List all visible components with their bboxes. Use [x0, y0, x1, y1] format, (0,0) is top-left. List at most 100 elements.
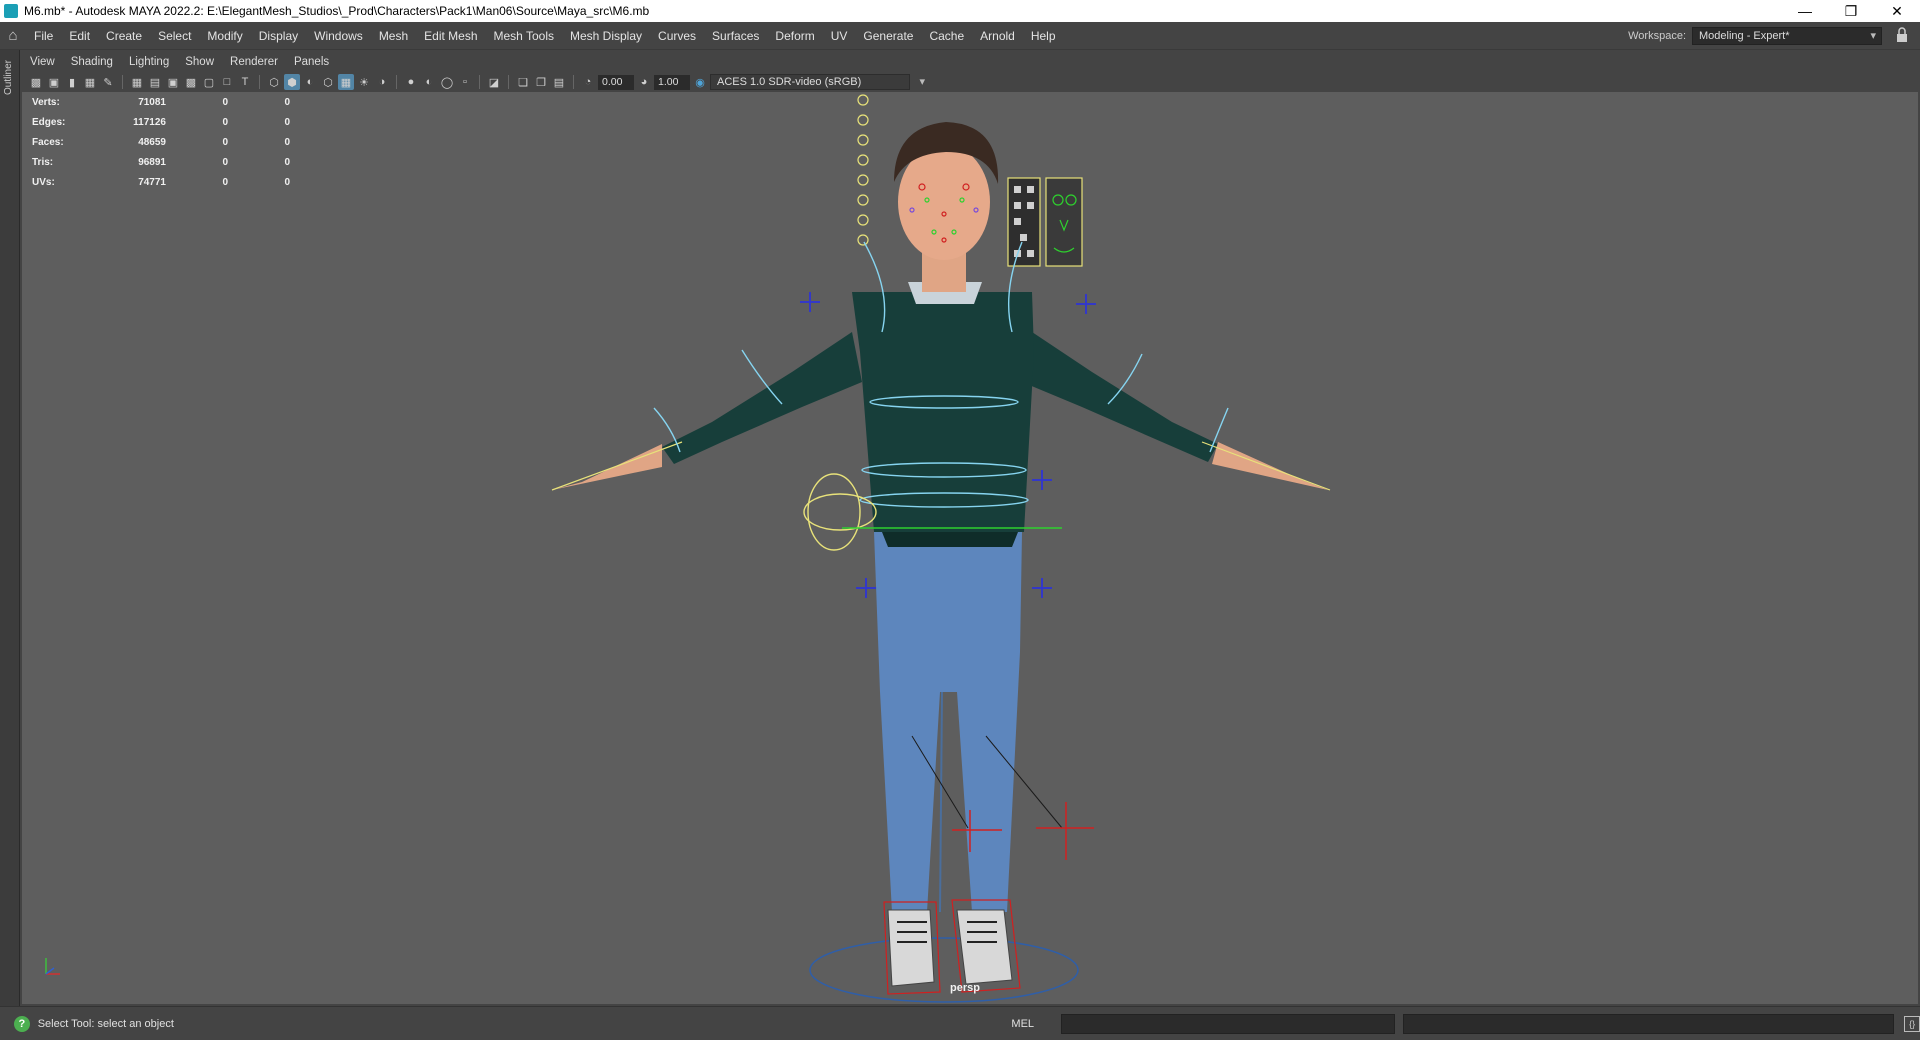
wireframe-icon[interactable]: ⬡: [266, 74, 282, 90]
camera-attributes-icon[interactable]: ▣: [46, 74, 62, 90]
wireframe-on-shaded-icon[interactable]: ⬡: [320, 74, 336, 90]
main-menubar: ⌂ File Edit Create Select Modify Display…: [0, 22, 1920, 50]
panel-menu-lighting[interactable]: Lighting: [121, 56, 177, 68]
menu-uv[interactable]: UV: [823, 22, 856, 50]
workspace-group: Workspace: Modeling - Expert* ▾: [1628, 22, 1882, 50]
gamma-field[interactable]: 1.00: [654, 74, 690, 90]
view-axis-icon: [45, 958, 60, 975]
panel-menu-view[interactable]: View: [22, 56, 63, 68]
camera-label: persp: [950, 982, 980, 994]
minimize-icon[interactable]: —: [1782, 0, 1828, 22]
chevron-down-icon: ▾: [919, 76, 925, 88]
default-material-icon[interactable]: ◐: [302, 74, 318, 90]
menu-curves[interactable]: Curves: [650, 22, 704, 50]
film-gate-icon[interactable]: ▤: [147, 74, 163, 90]
gamma-icon[interactable]: ◕: [636, 74, 652, 90]
grease-pencil-icon[interactable]: ✎: [100, 74, 116, 90]
menu-deform[interactable]: Deform: [767, 22, 822, 50]
toolbar-divider: [573, 75, 574, 89]
command-line-input[interactable]: [1060, 1013, 1395, 1034]
character-rig[interactable]: [22, 92, 1918, 1004]
menu-edit-mesh[interactable]: Edit Mesh: [416, 22, 485, 50]
workspace-dropdown[interactable]: Modeling - Expert* ▾: [1692, 27, 1882, 45]
smooth-shade-icon[interactable]: ⬢: [284, 74, 300, 90]
toolbar-divider: [122, 75, 123, 89]
menu-windows[interactable]: Windows: [306, 22, 371, 50]
menu-mesh-tools[interactable]: Mesh Tools: [486, 22, 562, 50]
viewport-toolbar: ▩ ▣ ▮ ▦ ✎ ▦ ▤ ▣ ▩ ▢ □ T ⬡ ⬢ ◐ ⬡ ▦ ☀ ◑ ● …: [22, 72, 1918, 92]
right-arm: [1022, 332, 1218, 462]
menu-generate[interactable]: Generate: [855, 22, 921, 50]
left-arm: [662, 332, 862, 464]
restore-icon[interactable]: ❐: [1828, 0, 1874, 22]
title-bar: M6.mb* - Autodesk MAYA 2022.2: E:\Elegan…: [0, 0, 1920, 22]
left-hand: [552, 444, 662, 490]
menu-cache[interactable]: Cache: [921, 22, 972, 50]
menu-surfaces[interactable]: Surfaces: [704, 22, 767, 50]
face-expression-panel: [1045, 177, 1083, 267]
toolbar-divider: [396, 75, 397, 89]
panel-menu-show[interactable]: Show: [177, 56, 222, 68]
isolate-select-icon[interactable]: ◪: [486, 74, 502, 90]
grid-icon[interactable]: ▦: [129, 74, 145, 90]
perspective-viewport[interactable]: Verts: 71081 0 0 Edges: 117126 0 0 Faces…: [22, 92, 1918, 1004]
image-plane-icon[interactable]: ▦: [82, 74, 98, 90]
panel-menu-panels[interactable]: Panels: [286, 56, 337, 68]
outliner-tab[interactable]: Outliner: [0, 50, 20, 1006]
shadows-icon[interactable]: ◑: [374, 74, 390, 90]
face-slider-panel: [1007, 177, 1041, 267]
xray-joints-icon[interactable]: ❐: [533, 74, 549, 90]
anti-aliasing-icon[interactable]: ◯: [439, 74, 455, 90]
bookmark-icon[interactable]: ▮: [64, 74, 80, 90]
close-icon[interactable]: ✕: [1874, 0, 1920, 22]
menu-file[interactable]: File: [26, 22, 61, 50]
toolbar-divider: [259, 75, 260, 89]
safe-action-icon[interactable]: □: [219, 74, 235, 90]
status-bar: ? Select Tool: select an object MEL {}: [0, 1006, 1920, 1040]
lock-icon[interactable]: [1896, 27, 1908, 43]
menu-create[interactable]: Create: [98, 22, 150, 50]
menu-help[interactable]: Help: [1023, 22, 1064, 50]
xray-active-icon[interactable]: ▤: [551, 74, 567, 90]
ambient-occlusion-icon[interactable]: ●: [403, 74, 419, 90]
color-management-icon[interactable]: ◉: [692, 74, 708, 90]
color-space-value: ACES 1.0 SDR-video (sRGB): [717, 76, 862, 88]
menu-modify[interactable]: Modify: [199, 22, 250, 50]
toolbar-divider: [479, 75, 480, 89]
depth-of-field-icon[interactable]: ▫: [457, 74, 473, 90]
root-control-circle: [809, 937, 1079, 1003]
textured-icon[interactable]: ▦: [338, 74, 354, 90]
menu-edit[interactable]: Edit: [61, 22, 98, 50]
resolution-gate-icon[interactable]: ▣: [165, 74, 181, 90]
hip-control: [807, 473, 861, 551]
script-mode-button[interactable]: MEL: [1011, 1018, 1060, 1030]
exposure-icon[interactable]: ◔: [580, 74, 596, 90]
color-space-dropdown[interactable]: ACES 1.0 SDR-video (sRGB) ▾: [710, 74, 925, 90]
workspace-value: Modeling - Expert*: [1699, 30, 1790, 42]
panel-menu-renderer[interactable]: Renderer: [222, 56, 286, 68]
toolbar-divider: [508, 75, 509, 89]
exposure-field[interactable]: 0.00: [598, 74, 634, 90]
gate-mask-icon[interactable]: ▩: [183, 74, 199, 90]
menu-mesh-display[interactable]: Mesh Display: [562, 22, 650, 50]
field-chart-icon[interactable]: ▢: [201, 74, 217, 90]
panel-menubar: View Shading Lighting Show Renderer Pane…: [22, 52, 1918, 72]
head-slider-controls: [857, 94, 869, 246]
menu-select[interactable]: Select: [150, 22, 199, 50]
command-result-field: [1402, 1013, 1895, 1034]
home-icon[interactable]: ⌂: [0, 23, 26, 49]
lights-icon[interactable]: ☀: [356, 74, 372, 90]
menu-mesh[interactable]: Mesh: [371, 22, 416, 50]
xray-icon[interactable]: ❏: [515, 74, 531, 90]
safe-title-icon[interactable]: T: [237, 74, 253, 90]
camera-select-icon[interactable]: ▩: [28, 74, 44, 90]
motion-blur-icon[interactable]: ◐: [421, 74, 437, 90]
menu-display[interactable]: Display: [251, 22, 306, 50]
help-icon[interactable]: ?: [14, 1015, 30, 1032]
script-editor-icon[interactable]: {}: [1904, 1015, 1920, 1032]
window-title: M6.mb* - Autodesk MAYA 2022.2: E:\Elegan…: [24, 4, 650, 18]
panel-menu-shading[interactable]: Shading: [63, 56, 121, 68]
menu-arnold[interactable]: Arnold: [972, 22, 1023, 50]
status-message: Select Tool: select an object: [37, 1017, 174, 1030]
head: [898, 144, 990, 260]
